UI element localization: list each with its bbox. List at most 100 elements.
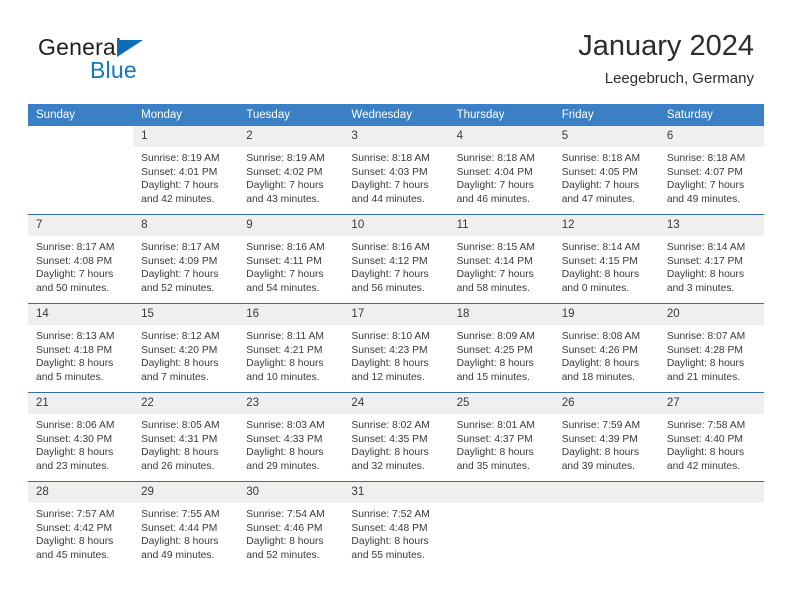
day-number: 2	[238, 126, 344, 147]
daylight-text: and 43 minutes.	[246, 193, 320, 205]
sunrise-text: Sunrise: 7:54 AM	[246, 509, 325, 520]
day-sun-info: Sunrise: 8:11 AM Sunset: 4:21 PM Daylight:…	[238, 325, 343, 384]
day-sun-info: Sunrise: 8:16 AM Sunset: 4:11 PM Daylight:…	[238, 236, 343, 295]
day-sun-info: Sunrise: 8:19 AM Sunset: 4:02 PM Daylight:…	[238, 147, 343, 206]
sunrise-text: Sunrise: 8:02 AM	[351, 420, 430, 431]
daylight-text: Daylight: 8 hours	[141, 536, 219, 548]
daylight-text: and 12 minutes.	[351, 371, 425, 383]
day-number: 4	[448, 126, 554, 147]
daylight-text: and 42 minutes.	[666, 460, 741, 472]
daylight-text: Daylight: 8 hours	[666, 447, 745, 459]
calendar-day-cell[interactable]: 8 Sunrise: 8:17 AM Sunset: 4:09 PM Daylight…	[133, 214, 239, 304]
day-sun-info: Sunrise: 8:09 AM Sunset: 4:25 PM Daylight:…	[449, 325, 554, 384]
sunrise-text: Sunrise: 8:03 AM	[246, 420, 325, 431]
day-sun-info: Sunrise: 8:12 AM Sunset: 4:20 PM Daylight:…	[133, 325, 238, 384]
daylight-text: Daylight: 7 hours	[246, 180, 324, 192]
calendar-day-cell[interactable]: 5 Sunrise: 8:18 AM Sunset: 4:05 PM Daylight…	[553, 126, 659, 215]
daylight-text: and 18 minutes.	[561, 371, 635, 383]
sunrise-text: Sunrise: 8:17 AM	[141, 242, 220, 253]
calendar-day-cell[interactable]: 23 Sunrise: 8:03 AM Sunset: 4:33 PM Dayligh…	[238, 392, 344, 482]
brand-name-blue: Blue	[90, 57, 137, 83]
calendar-day-cell[interactable]: 16 Sunrise: 8:11 AM Sunset: 4:21 PM Dayligh…	[238, 303, 344, 393]
calendar-day-cell[interactable]: 11 Sunrise: 8:15 AM Sunset: 4:14 PM Dayligh…	[448, 214, 554, 304]
sunset-text: Sunset: 4:31 PM	[141, 433, 218, 445]
day-sun-info: Sunrise: 8:02 AM Sunset: 4:35 PM Daylight:…	[343, 414, 448, 473]
day-sun-info: Sunrise: 8:01 AM Sunset: 4:37 PM Daylight:…	[449, 414, 554, 473]
calendar-day-cell[interactable]: 21 Sunrise: 8:06 AM Sunset: 4:30 PM Dayligh…	[28, 392, 134, 482]
sunset-text: Sunset: 4:30 PM	[36, 433, 113, 445]
day-number: 12	[553, 215, 659, 236]
calendar-day-cell[interactable]: 15 Sunrise: 8:12 AM Sunset: 4:20 PM Dayligh…	[133, 303, 239, 393]
calendar-day-cell[interactable]: 1 Sunrise: 8:19 AM Sunset: 4:01 PM Daylight…	[133, 126, 239, 215]
day-number: 24	[343, 393, 449, 414]
daylight-text: Daylight: 8 hours	[246, 536, 324, 548]
weekday-header-thursday: Thursday	[448, 104, 554, 126]
sunset-text: Sunset: 4:14 PM	[456, 255, 533, 267]
calendar-day-cell[interactable]: 27 Sunrise: 7:58 AM Sunset: 4:40 PM Dayligh…	[658, 392, 764, 482]
calendar-day-cell[interactable]: 28 Sunrise: 7:57 AM Sunset: 4:42 PM Dayligh…	[28, 481, 134, 570]
calendar-day-cell[interactable]: 30 Sunrise: 7:54 AM Sunset: 4:46 PM Dayligh…	[238, 481, 344, 570]
calendar-empty-cell	[658, 481, 764, 570]
calendar-day-cell[interactable]: 9 Sunrise: 8:16 AM Sunset: 4:11 PM Daylight…	[238, 214, 344, 304]
day-sun-info: Sunrise: 8:18 AM Sunset: 4:03 PM Daylight:…	[343, 147, 448, 206]
sunset-text: Sunset: 4:23 PM	[351, 344, 428, 356]
daylight-text: and 42 minutes.	[141, 193, 215, 205]
day-sun-info: Sunrise: 8:15 AM Sunset: 4:14 PM Daylight:…	[449, 236, 554, 295]
day-sun-info: Sunrise: 8:05 AM Sunset: 4:31 PM Daylight:…	[133, 414, 238, 473]
day-sun-info: Sunrise: 8:08 AM Sunset: 4:26 PM Daylight:…	[554, 325, 659, 384]
sunset-text: Sunset: 4:48 PM	[351, 522, 428, 534]
day-number: 30	[238, 482, 344, 503]
day-sun-info: Sunrise: 8:18 AM Sunset: 4:07 PM Daylight:…	[659, 147, 764, 206]
calendar-day-cell[interactable]: 14 Sunrise: 8:13 AM Sunset: 4:18 PM Dayligh…	[28, 303, 134, 393]
calendar-day-cell[interactable]: 25 Sunrise: 8:01 AM Sunset: 4:37 PM Dayligh…	[448, 392, 554, 482]
weekday-header-saturday: Saturday	[658, 104, 764, 126]
brand-logo: General Blue	[38, 34, 298, 90]
daylight-text: and 49 minutes.	[666, 193, 741, 205]
daylight-text: Daylight: 7 hours	[561, 180, 639, 192]
calendar-day-cell[interactable]: 6 Sunrise: 8:18 AM Sunset: 4:07 PM Daylight…	[658, 126, 764, 215]
calendar-day-cell[interactable]: 22 Sunrise: 8:05 AM Sunset: 4:31 PM Dayligh…	[133, 392, 239, 482]
calendar-day-cell[interactable]: 3 Sunrise: 8:18 AM Sunset: 4:03 PM Daylight…	[343, 126, 449, 215]
sunset-text: Sunset: 4:42 PM	[36, 522, 113, 534]
sunset-text: Sunset: 4:15 PM	[561, 255, 638, 267]
sunrise-text: Sunrise: 7:59 AM	[561, 420, 641, 431]
calendar-day-cell[interactable]: 12 Sunrise: 8:14 AM Sunset: 4:15 PM Dayligh…	[553, 214, 659, 304]
calendar-day-cell[interactable]: 13 Sunrise: 8:14 AM Sunset: 4:17 PM Dayligh…	[658, 214, 764, 304]
day-number: 1	[133, 126, 239, 147]
calendar-day-cell[interactable]: 31 Sunrise: 7:52 AM Sunset: 4:48 PM Dayligh…	[343, 481, 449, 570]
sunset-text: Sunset: 4:25 PM	[456, 344, 533, 356]
day-sun-info: Sunrise: 7:54 AM Sunset: 4:46 PM Daylight:…	[238, 503, 343, 562]
calendar-day-cell[interactable]: 17 Sunrise: 8:10 AM Sunset: 4:23 PM Dayligh…	[343, 303, 449, 393]
day-number: 13	[658, 215, 764, 236]
day-number: 7	[28, 215, 134, 236]
day-number: 19	[553, 304, 659, 325]
calendar-day-cell[interactable]: 4 Sunrise: 8:18 AM Sunset: 4:04 PM Daylight…	[448, 126, 554, 215]
daylight-text: Daylight: 8 hours	[456, 358, 534, 370]
calendar-body: 1 Sunrise: 8:19 AM Sunset: 4:01 PM Daylight…	[28, 126, 764, 570]
calendar-day-cell[interactable]: 20 Sunrise: 8:07 AM Sunset: 4:28 PM Dayligh…	[658, 303, 764, 393]
calendar-day-cell[interactable]: 24 Sunrise: 8:02 AM Sunset: 4:35 PM Dayligh…	[343, 392, 449, 482]
sunrise-text: Sunrise: 7:57 AM	[36, 509, 115, 520]
calendar-day-cell[interactable]: 10 Sunrise: 8:16 AM Sunset: 4:12 PM Dayligh…	[343, 214, 449, 304]
sunrise-text: Sunrise: 7:55 AM	[141, 509, 220, 520]
calendar-day-cell[interactable]: 18 Sunrise: 8:09 AM Sunset: 4:25 PM Dayligh…	[448, 303, 554, 393]
daylight-text: and 23 minutes.	[36, 460, 110, 472]
sunset-text: Sunset: 4:07 PM	[666, 166, 743, 178]
calendar-day-cell[interactable]: 29 Sunrise: 7:55 AM Sunset: 4:44 PM Dayligh…	[133, 481, 239, 570]
day-sun-info: Sunrise: 7:57 AM Sunset: 4:42 PM Daylight:…	[28, 503, 133, 562]
sunrise-text: Sunrise: 7:58 AM	[666, 420, 746, 431]
calendar-day-cell[interactable]: 26 Sunrise: 7:59 AM Sunset: 4:39 PM Dayligh…	[553, 392, 659, 482]
sunrise-text: Sunrise: 8:14 AM	[666, 242, 746, 253]
sunset-text: Sunset: 4:33 PM	[246, 433, 323, 445]
sunset-text: Sunset: 4:26 PM	[561, 344, 638, 356]
daylight-text: Daylight: 7 hours	[351, 180, 429, 192]
sunset-text: Sunset: 4:02 PM	[246, 166, 323, 178]
daylight-text: Daylight: 8 hours	[351, 447, 429, 459]
daylight-text: and 10 minutes.	[246, 371, 320, 383]
calendar-day-cell[interactable]: 2 Sunrise: 8:19 AM Sunset: 4:02 PM Daylight…	[238, 126, 344, 215]
daylight-text: Daylight: 8 hours	[36, 536, 114, 548]
sunrise-text: Sunrise: 8:18 AM	[456, 153, 535, 164]
calendar-day-cell[interactable]: 19 Sunrise: 8:08 AM Sunset: 4:26 PM Dayligh…	[553, 303, 659, 393]
calendar-day-cell[interactable]: 7 Sunrise: 8:17 AM Sunset: 4:08 PM Daylight…	[28, 214, 134, 304]
day-sun-info: Sunrise: 8:13 AM Sunset: 4:18 PM Daylight:…	[28, 325, 133, 384]
